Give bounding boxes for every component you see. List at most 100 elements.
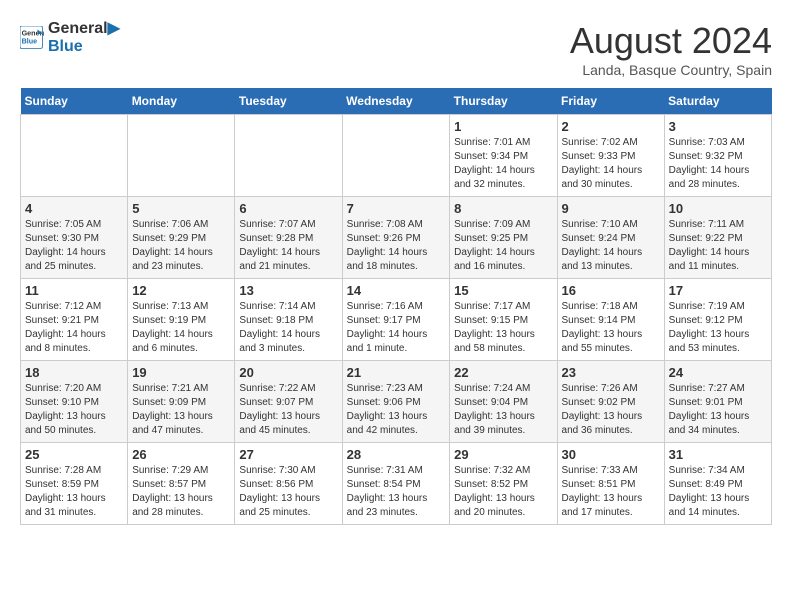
day-number: 15	[454, 283, 552, 298]
calendar-cell: 9 Sunrise: 7:10 AM Sunset: 9:24 PM Daylig…	[557, 197, 664, 279]
day-info: Sunrise: 7:31 AM Sunset: 8:54 PM Dayligh…	[347, 464, 446, 520]
calendar-cell: 7 Sunrise: 7:08 AM Sunset: 9:26 PM Daylig…	[342, 197, 450, 279]
day-number: 30	[562, 447, 660, 462]
header-sunday: Sunday	[21, 88, 128, 115]
day-info: Sunrise: 7:32 AM Sunset: 8:52 PM Dayligh…	[454, 464, 552, 520]
day-info: Sunrise: 7:19 AM Sunset: 9:12 PM Dayligh…	[669, 300, 767, 356]
day-info: Sunrise: 7:16 AM Sunset: 9:17 PM Dayligh…	[347, 300, 446, 356]
calendar-cell: 8 Sunrise: 7:09 AM Sunset: 9:25 PM Daylig…	[450, 197, 557, 279]
calendar-week-row: 11Sunrise: 7:12 AM Sunset: 9:21 PM Dayli…	[21, 279, 772, 361]
day-number: 24	[669, 365, 767, 380]
day-number: 28	[347, 447, 446, 462]
day-number: 17	[669, 283, 767, 298]
day-info: Sunrise: 7:11 AM Sunset: 9:22 PM Dayligh…	[669, 218, 767, 274]
calendar-week-row: 1Sunrise: 7:01 AM Sunset: 9:34 PM Daylig…	[21, 115, 772, 197]
day-info: Sunrise: 7:34 AM Sunset: 8:49 PM Dayligh…	[669, 464, 767, 520]
header-saturday: Saturday	[664, 88, 771, 115]
day-info: Sunrise: 7:17 AM Sunset: 9:15 PM Dayligh…	[454, 300, 552, 356]
day-number: 3	[669, 119, 767, 134]
day-number: 8	[454, 201, 552, 216]
calendar-cell: 19Sunrise: 7:21 AM Sunset: 9:09 PM Dayli…	[128, 361, 235, 443]
day-number: 29	[454, 447, 552, 462]
day-info: Sunrise: 7:07 AM Sunset: 9:28 PM Dayligh…	[239, 218, 337, 274]
calendar-cell: 12 Sunrise: 7:13 AM Sunset: 9:19 PM Dayli…	[128, 279, 235, 361]
day-number: 16	[562, 283, 660, 298]
month-year: August 2024	[570, 20, 772, 62]
calendar-cell: 3 Sunrise: 7:03 AM Sunset: 9:32 PM Daylig…	[664, 115, 771, 197]
calendar-cell: 29 Sunrise: 7:32 AM Sunset: 8:52 PM Dayli…	[450, 443, 557, 525]
calendar-header-row: SundayMondayTuesdayWednesdayThursdayFrid…	[21, 88, 772, 115]
day-info: Sunrise: 7:26 AM Sunset: 9:02 PM Dayligh…	[562, 382, 660, 438]
calendar-cell: 26Sunrise: 7:29 AM Sunset: 8:57 PM Dayli…	[128, 443, 235, 525]
calendar-cell: 27Sunrise: 7:30 AM Sunset: 8:56 PM Dayli…	[235, 443, 342, 525]
day-number: 23	[562, 365, 660, 380]
day-info: Sunrise: 7:08 AM Sunset: 9:26 PM Dayligh…	[347, 218, 446, 274]
calendar-week-row: 4 Sunrise: 7:05 AM Sunset: 9:30 PM Daylig…	[21, 197, 772, 279]
day-number: 6	[239, 201, 337, 216]
calendar-cell: 20Sunrise: 7:22 AM Sunset: 9:07 PM Dayli…	[235, 361, 342, 443]
day-number: 12	[132, 283, 230, 298]
location: Landa, Basque Country, Spain	[570, 62, 772, 78]
calendar-cell: 6 Sunrise: 7:07 AM Sunset: 9:28 PM Daylig…	[235, 197, 342, 279]
header-thursday: Thursday	[450, 88, 557, 115]
day-number: 7	[347, 201, 446, 216]
logo-icon: General Blue	[20, 26, 44, 50]
calendar-cell: 2 Sunrise: 7:02 AM Sunset: 9:33 PM Daylig…	[557, 115, 664, 197]
day-info: Sunrise: 7:13 AM Sunset: 9:19 PM Dayligh…	[132, 300, 230, 356]
day-number: 20	[239, 365, 337, 380]
day-info: Sunrise: 7:06 AM Sunset: 9:29 PM Dayligh…	[132, 218, 230, 274]
calendar-cell	[235, 115, 342, 197]
day-info: Sunrise: 7:05 AM Sunset: 9:30 PM Dayligh…	[25, 218, 123, 274]
calendar-table: SundayMondayTuesdayWednesdayThursdayFrid…	[20, 88, 772, 525]
day-info: Sunrise: 7:09 AM Sunset: 9:25 PM Dayligh…	[454, 218, 552, 274]
day-info: Sunrise: 7:23 AM Sunset: 9:06 PM Dayligh…	[347, 382, 446, 438]
day-info: Sunrise: 7:28 AM Sunset: 8:59 PM Dayligh…	[25, 464, 123, 520]
calendar-cell: 11Sunrise: 7:12 AM Sunset: 9:21 PM Dayli…	[21, 279, 128, 361]
header: General Blue General▶Blue August 2024 La…	[20, 20, 772, 78]
calendar-cell: 23 Sunrise: 7:26 AM Sunset: 9:02 PM Dayli…	[557, 361, 664, 443]
calendar-cell: 5 Sunrise: 7:06 AM Sunset: 9:29 PM Daylig…	[128, 197, 235, 279]
day-info: Sunrise: 7:12 AM Sunset: 9:21 PM Dayligh…	[25, 300, 123, 356]
day-info: Sunrise: 7:18 AM Sunset: 9:14 PM Dayligh…	[562, 300, 660, 356]
day-number: 19	[132, 365, 230, 380]
calendar-cell	[342, 115, 450, 197]
day-number: 31	[669, 447, 767, 462]
calendar-cell: 4 Sunrise: 7:05 AM Sunset: 9:30 PM Daylig…	[21, 197, 128, 279]
day-number: 4	[25, 201, 123, 216]
day-info: Sunrise: 7:10 AM Sunset: 9:24 PM Dayligh…	[562, 218, 660, 274]
day-number: 21	[347, 365, 446, 380]
day-info: Sunrise: 7:29 AM Sunset: 8:57 PM Dayligh…	[132, 464, 230, 520]
day-number: 25	[25, 447, 123, 462]
logo: General Blue General▶Blue	[20, 20, 120, 55]
logo-text: General▶Blue	[48, 20, 120, 55]
calendar-cell: 24 Sunrise: 7:27 AM Sunset: 9:01 PM Dayli…	[664, 361, 771, 443]
day-number: 9	[562, 201, 660, 216]
calendar-cell: 14 Sunrise: 7:16 AM Sunset: 9:17 PM Dayli…	[342, 279, 450, 361]
day-info: Sunrise: 7:24 AM Sunset: 9:04 PM Dayligh…	[454, 382, 552, 438]
day-number: 10	[669, 201, 767, 216]
calendar-cell: 28 Sunrise: 7:31 AM Sunset: 8:54 PM Dayli…	[342, 443, 450, 525]
day-info: Sunrise: 7:20 AM Sunset: 9:10 PM Dayligh…	[25, 382, 123, 438]
day-number: 18	[25, 365, 123, 380]
calendar-week-row: 18 Sunrise: 7:20 AM Sunset: 9:10 PM Dayli…	[21, 361, 772, 443]
day-info: Sunrise: 7:01 AM Sunset: 9:34 PM Dayligh…	[454, 136, 552, 192]
day-info: Sunrise: 7:14 AM Sunset: 9:18 PM Dayligh…	[239, 300, 337, 356]
title-section: August 2024 Landa, Basque Country, Spain	[570, 20, 772, 78]
calendar-cell: 16 Sunrise: 7:18 AM Sunset: 9:14 PM Dayli…	[557, 279, 664, 361]
day-number: 14	[347, 283, 446, 298]
day-info: Sunrise: 7:03 AM Sunset: 9:32 PM Dayligh…	[669, 136, 767, 192]
calendar-week-row: 25 Sunrise: 7:28 AM Sunset: 8:59 PM Dayli…	[21, 443, 772, 525]
calendar-cell	[128, 115, 235, 197]
day-info: Sunrise: 7:02 AM Sunset: 9:33 PM Dayligh…	[562, 136, 660, 192]
calendar-cell: 17 Sunrise: 7:19 AM Sunset: 9:12 PM Dayli…	[664, 279, 771, 361]
day-info: Sunrise: 7:27 AM Sunset: 9:01 PM Dayligh…	[669, 382, 767, 438]
header-monday: Monday	[128, 88, 235, 115]
day-number: 2	[562, 119, 660, 134]
calendar-cell: 31 Sunrise: 7:34 AM Sunset: 8:49 PM Dayli…	[664, 443, 771, 525]
calendar-cell: 15 Sunrise: 7:17 AM Sunset: 9:15 PM Dayli…	[450, 279, 557, 361]
day-number: 5	[132, 201, 230, 216]
calendar-cell: 1Sunrise: 7:01 AM Sunset: 9:34 PM Daylig…	[450, 115, 557, 197]
calendar-cell: 30Sunrise: 7:33 AM Sunset: 8:51 PM Dayli…	[557, 443, 664, 525]
header-tuesday: Tuesday	[235, 88, 342, 115]
calendar-cell: 21 Sunrise: 7:23 AM Sunset: 9:06 PM Dayli…	[342, 361, 450, 443]
